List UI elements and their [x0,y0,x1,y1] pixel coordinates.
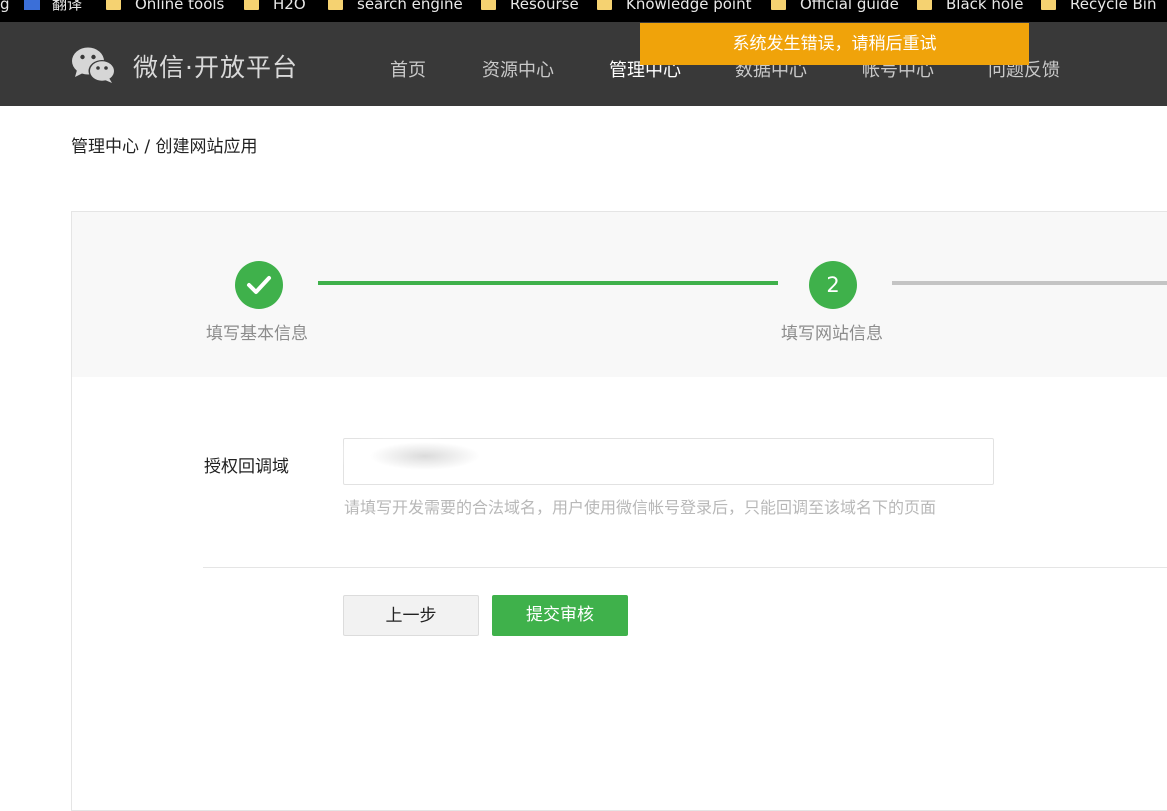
bookmark-label: Resourse [510,0,579,13]
platform-title[interactable]: 微信·开放平台 [133,48,298,84]
bookmarks-bar: g 翻译 Online tools H2O search engine Reso… [0,0,1167,22]
bookmark-label: Black hole [946,0,1024,13]
checkmark-icon [247,276,271,294]
bookmark-translate[interactable]: 翻译 [24,0,82,15]
nav-resources[interactable]: 资源中心 [482,56,554,82]
step-2-circle: 2 [809,261,857,309]
step-connector-done [318,281,778,285]
bookmark-recycle-bin[interactable]: Recycle Bin [1041,0,1156,15]
callback-domain-input[interactable] [343,438,994,485]
step-2-label: 填写网站信息 [781,324,883,344]
step-1-label: 填写基本信息 [206,324,308,344]
bookmark-search-engine[interactable]: search engine [328,0,463,15]
folder-icon [328,0,343,10]
bookmark-h2o[interactable]: H2O [244,0,306,15]
folder-icon [481,0,496,10]
callback-domain-label: 授权回调域 [204,457,289,477]
folder-icon [244,0,259,10]
nav-home[interactable]: 首页 [390,56,426,82]
bookmark-label: Online tools [135,0,225,13]
submit-review-button[interactable]: 提交审核 [492,595,628,636]
bookmark-label: 翻译 [52,0,83,13]
error-toast: 系统发生错误，请稍后重试 [640,23,1029,65]
bookmark-label: Knowledge point [626,0,752,13]
folder-icon [106,0,121,10]
folder-icon [771,0,786,10]
folder-icon [1041,0,1056,10]
previous-step-button[interactable]: 上一步 [343,595,479,636]
step-connector-pending [892,281,1167,285]
callback-domain-help: 请填写开发需要的合法域名，用户使用微信帐号登录后，只能回调至该域名下的页面 [344,498,937,517]
form-divider [203,567,1167,568]
bookmark-online-tools[interactable]: Online tools [106,0,224,15]
folder-icon [597,0,612,10]
folder-icon [917,0,932,10]
bookmark-label: H2O [273,0,306,13]
bookmark-resourse[interactable]: Resourse [481,0,579,15]
bookmark-label: Recycle Bin [1070,0,1157,13]
bookmark-label: search engine [357,0,463,13]
create-app-panel: 填写基本信息 2 填写网站信息 授权回调域 请填写开发需要的合法域名，用户使用微… [71,211,1167,811]
bookmark-label: Official guide [800,0,899,13]
step-progress: 填写基本信息 2 填写网站信息 [72,212,1167,377]
breadcrumb: 管理中心 / 创建网站应用 [71,137,258,157]
bookmark-official-guide[interactable]: Official guide [771,0,899,15]
translate-icon [24,0,40,10]
bookmark-fragment: g [0,0,10,13]
wechat-icon[interactable] [71,46,117,84]
bookmark-knowledge-point[interactable]: Knowledge point [597,0,751,15]
bookmark-black-hole[interactable]: Black hole [917,0,1023,15]
step-1-circle [235,261,283,309]
